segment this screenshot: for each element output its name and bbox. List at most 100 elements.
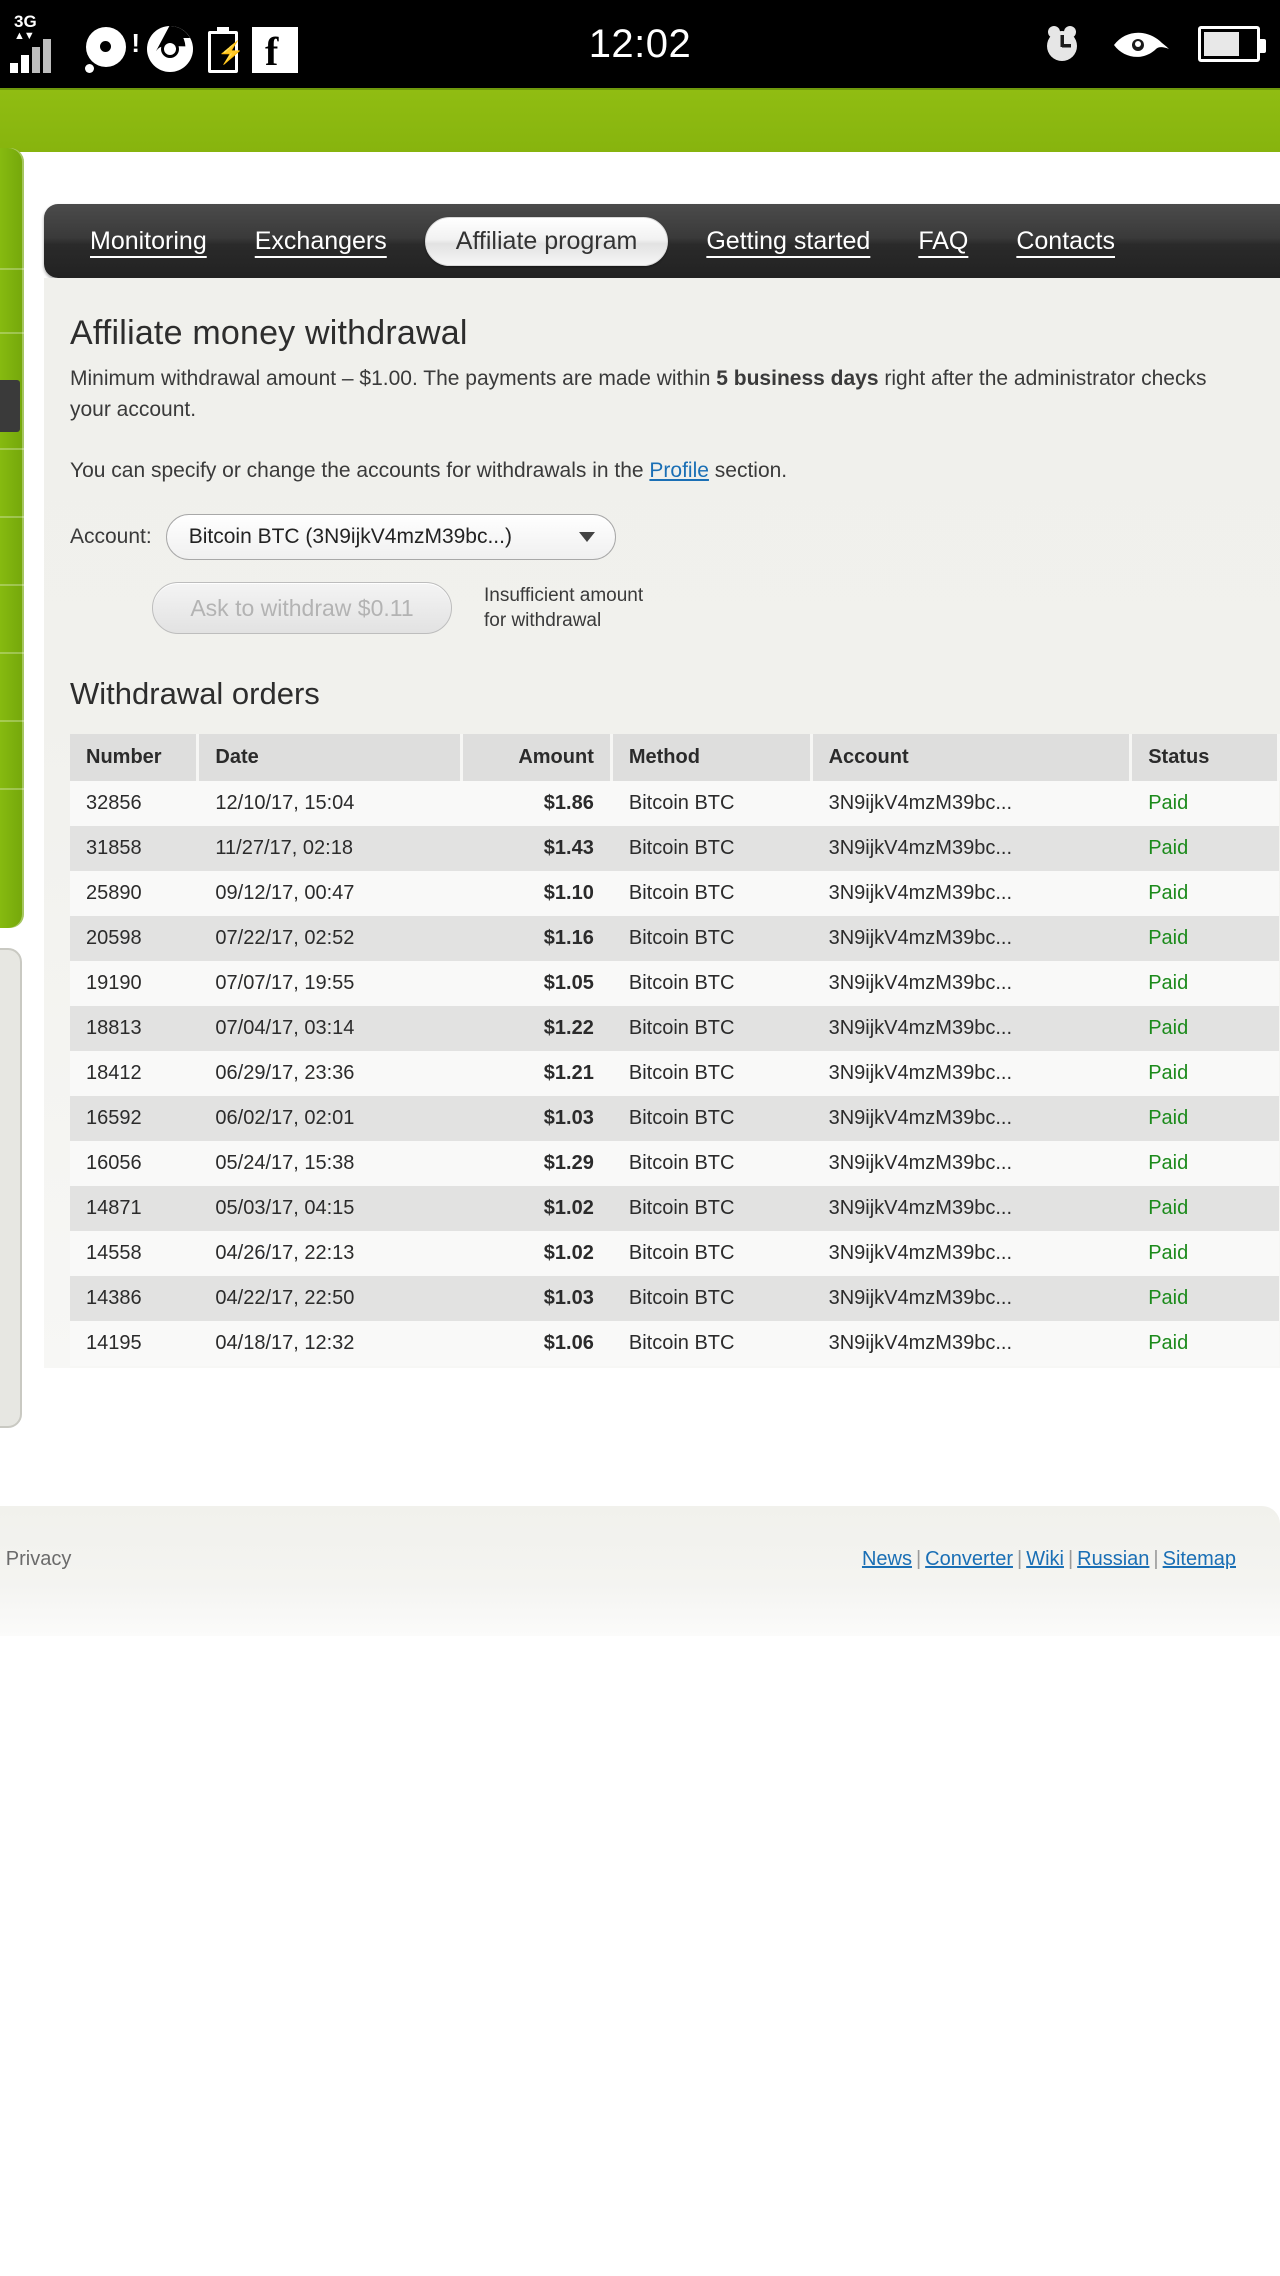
order-status: Paid [1130, 1231, 1279, 1276]
footer-separator: | [1016, 1548, 1023, 1570]
table-row[interactable]: 25890 09/12/17, 00:47 $1.10 Bitcoin BTC 3N9i… [70, 871, 1279, 916]
order-account: 3N9ijkV4mzM39bc... [811, 1231, 1131, 1276]
withdraw-hint-line1: Insufficient amount [484, 585, 644, 606]
table-row[interactable]: 18813 07/04/17, 03:14 $1.22 Bitcoin BTC 3N9i… [70, 1006, 1279, 1051]
footer-link-russian[interactable]: Russian [1077, 1548, 1149, 1570]
brand-green-band [0, 88, 1280, 152]
order-status: Paid [1130, 916, 1279, 961]
table-row[interactable]: 31858 11/27/17, 02:18 $1.43 Bitcoin BTC 3N9i… [70, 826, 1279, 871]
withdraw-action-row: Ask to withdraw $0.11 Insufficient amoun… [70, 582, 1280, 634]
order-account: 3N9ijkV4mzM39bc... [811, 961, 1131, 1006]
order-account: 3N9ijkV4mzM39bc... [811, 1051, 1131, 1096]
order-amount: $1.29 [461, 1141, 612, 1186]
nav-tab-monitoring[interactable]: Monitoring [90, 228, 207, 254]
blank-area-below-fold [0, 1636, 1280, 2276]
order-account: 3N9ijkV4mzM39bc... [811, 1006, 1131, 1051]
order-status: Paid [1130, 1276, 1279, 1321]
order-method: Bitcoin BTC [611, 1051, 812, 1096]
column-header-amount[interactable]: Amount [461, 734, 613, 781]
nav-tab-exchangers[interactable]: Exchangers [255, 228, 387, 254]
order-account: 3N9ijkV4mzM39bc... [811, 1096, 1131, 1141]
order-amount: $1.22 [461, 1006, 612, 1051]
table-row[interactable]: 14558 04/26/17, 22:13 $1.02 Bitcoin BTC 3N9i… [70, 1231, 1279, 1276]
table-row[interactable]: 14386 04/22/17, 22:50 $1.03 Bitcoin BTC 3N9i… [70, 1276, 1279, 1321]
order-status: Paid [1130, 1006, 1279, 1051]
order-number: 16056 [70, 1141, 198, 1186]
order-number: 20598 [70, 916, 198, 961]
lead-text-part1: Minimum withdrawal amount – $1.00. The p… [70, 367, 717, 390]
order-date: 11/27/17, 02:18 [197, 826, 462, 871]
footer-link-converter[interactable]: Converter [925, 1548, 1013, 1570]
order-number: 32856 [70, 781, 198, 826]
table-row[interactable]: 18412 06/29/17, 23:36 $1.21 Bitcoin BTC 3N9i… [70, 1051, 1279, 1096]
footer-link-news[interactable]: News [862, 1548, 912, 1570]
android-status-bar: 3G ▲▼ ! ⚡ f 12:02 [0, 0, 1280, 88]
order-account: 3N9ijkV4mzM39bc... [811, 871, 1131, 916]
account-select[interactable]: Bitcoin BTC (3N9ijkV4mzM39bc...) [165, 514, 616, 560]
account-label: Account: [70, 525, 152, 548]
footer-terms-privacy[interactable]: rms & Privacy [0, 1548, 71, 1571]
table-row[interactable]: 16592 06/02/17, 02:01 $1.03 Bitcoin BTC 3N9i… [70, 1096, 1279, 1141]
order-number: 14558 [70, 1231, 198, 1276]
table-header-row: Number Date Amount Method Account Status [70, 734, 1280, 781]
eye-icon [1112, 27, 1170, 61]
footer-separator: | [1067, 1548, 1074, 1570]
table-row[interactable]: 20598 07/22/17, 02:52 $1.16 Bitcoin BTC 3N9i… [70, 916, 1279, 961]
order-method: Bitcoin BTC [611, 1231, 812, 1276]
profile-link[interactable]: Profile [649, 459, 709, 482]
footer-separator: | [1153, 1548, 1159, 1570]
table-row[interactable]: 14195 04/18/17, 12:32 $1.06 Bitcoin BTC 3N9i… [70, 1321, 1279, 1366]
footer-link-sitemap[interactable]: Sitemap [1163, 1548, 1236, 1570]
profile-note: You can specify or change the accounts f… [70, 455, 1280, 486]
order-account: 3N9ijkV4mzM39bc... [811, 1186, 1131, 1231]
table-row[interactable]: 16056 05/24/17, 15:38 $1.29 Bitcoin BTC 3N9i… [70, 1141, 1279, 1186]
account-selector-row: Account: Bitcoin BTC (3N9ijkV4mzM39bc...… [70, 514, 1280, 560]
table-row[interactable]: 32856 12/10/17, 15:04 $1.86 Bitcoin BTC 3N9i… [70, 781, 1279, 826]
nav-tab-contacts[interactable]: Contacts [1016, 228, 1115, 254]
nav-tab-getting-started[interactable]: Getting started [706, 228, 870, 254]
order-date: 04/18/17, 12:32 [197, 1321, 462, 1366]
ask-to-withdraw-button[interactable]: Ask to withdraw $0.11 [152, 582, 452, 634]
orders-section-title: Withdrawal orders [70, 676, 320, 711]
column-header-method[interactable]: Method [611, 734, 813, 781]
main-navigation: Monitoring Exchangers Affiliate program … [44, 204, 1280, 278]
order-method: Bitcoin BTC [611, 1141, 812, 1186]
left-green-sidebar-partial[interactable] [0, 148, 24, 928]
page-footer: rms & Privacy News|Converter|Wiki|Russia… [0, 1506, 1280, 1636]
table-body: 32856 12/10/17, 15:04 $1.86 Bitcoin BTC 3N9i… [70, 781, 1279, 1366]
status-bar-right-icons [1040, 0, 1266, 88]
order-number: 31858 [70, 826, 198, 871]
footer-link-wiki[interactable]: Wiki [1026, 1548, 1064, 1570]
order-amount: $1.05 [461, 961, 612, 1006]
column-header-number[interactable]: Number [70, 734, 200, 781]
page-root: Monitoring Exchangers Affiliate program … [0, 88, 1280, 2276]
battery-icon [1198, 26, 1266, 62]
order-method: Bitcoin BTC [611, 1276, 812, 1321]
order-amount: $1.03 [461, 1096, 612, 1141]
table-row[interactable]: 19190 07/07/17, 19:55 $1.05 Bitcoin BTC 3N9i… [70, 961, 1279, 1006]
order-method: Bitcoin BTC [611, 871, 812, 916]
order-account: 3N9ijkV4mzM39bc... [811, 1141, 1131, 1186]
order-date: 12/10/17, 15:04 [197, 781, 462, 826]
nav-tab-faq[interactable]: FAQ [918, 228, 968, 254]
lead-text-bold: 5 business days [716, 367, 879, 390]
nav-tab-affiliate-program[interactable]: Affiliate program [424, 216, 669, 266]
order-number: 14195 [70, 1321, 198, 1366]
account-select-value: Bitcoin BTC (3N9ijkV4mzM39bc...) [188, 525, 512, 548]
column-header-status[interactable]: Status [1130, 734, 1280, 781]
column-header-account[interactable]: Account [811, 734, 1133, 781]
order-account: 3N9ijkV4mzM39bc... [811, 1321, 1131, 1366]
order-account: 3N9ijkV4mzM39bc... [811, 781, 1131, 826]
table-row[interactable]: 14871 05/03/17, 04:15 $1.02 Bitcoin BTC 3N9i… [70, 1186, 1279, 1231]
order-date: 06/02/17, 02:01 [197, 1096, 462, 1141]
order-date: 06/29/17, 23:36 [197, 1051, 462, 1096]
order-amount: $1.86 [461, 781, 612, 826]
order-date: 07/04/17, 03:14 [197, 1006, 462, 1051]
column-header-date[interactable]: Date [197, 734, 464, 781]
order-status: Paid [1130, 1141, 1279, 1186]
order-method: Bitcoin BTC [611, 1321, 812, 1366]
order-status: Paid [1130, 781, 1279, 826]
order-date: 09/12/17, 00:47 [197, 871, 462, 916]
order-method: Bitcoin BTC [611, 1006, 812, 1051]
order-amount: $1.21 [461, 1051, 612, 1096]
